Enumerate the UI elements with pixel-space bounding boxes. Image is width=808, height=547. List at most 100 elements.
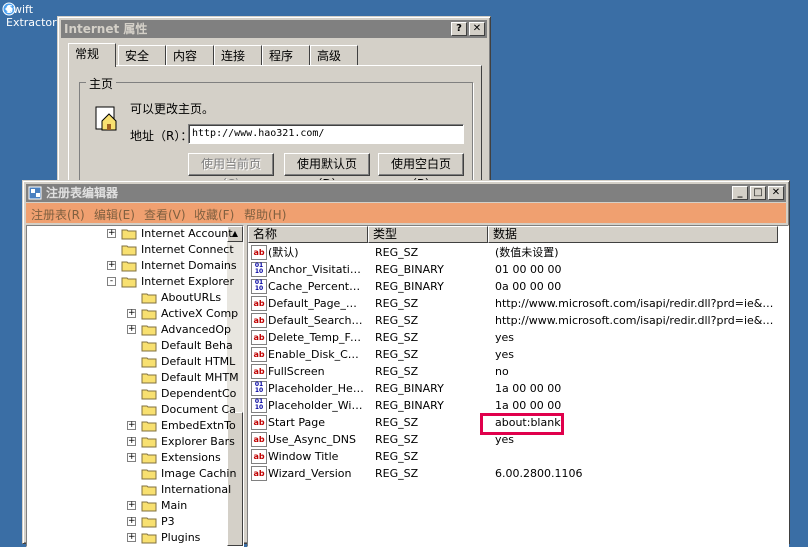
expand-icon[interactable]: + [127,453,136,462]
tab-content[interactable]: 内容 [166,45,214,65]
desktop-shortcut-swift-extractor[interactable]: Swift Extractor [2,2,58,32]
string-value-icon: ab [251,347,267,362]
value-type: REG_SZ [375,433,419,446]
tree-node[interactable]: International [27,482,231,498]
internet-properties-titlebar[interactable]: Internet 属性 ? ✕ [61,20,487,38]
tab-advanced[interactable]: 高级 [310,45,358,65]
folder-icon [121,229,137,240]
address-label: 地址（R）： [130,129,193,143]
tree-node[interactable]: + P3 [27,514,227,530]
registry-value-row[interactable]: 01 10 Placeholder_Height REG_BINARY 1a 00 0… [248,380,788,397]
menu-help[interactable]: 帮助(H) [244,206,286,223]
value-name: (默认) [268,246,299,259]
registry-value-row[interactable]: 01 10Cache_Percent_of_Disk REG_BINARY 0a 0… [248,278,788,295]
registry-value-row[interactable]: abDelete_Temp_Files_On_Exit REG_SZ yes [248,329,788,346]
folder-icon [141,341,157,352]
registry-key-tree[interactable]: ▲ + Internet Account Internet Connect + Inte… [26,225,244,547]
expand-icon[interactable]: + [127,501,136,510]
value-name: Default_Page_URL [268,297,364,310]
registry-value-row[interactable]: ab Default_Page_URL REG_SZ http://www.micro… [248,295,788,312]
tree-node-label: AboutURLs [161,291,222,304]
maximize-button[interactable]: □ [750,186,766,200]
value-name: Placeholder_Width [268,399,364,412]
value-type: REG_SZ [375,348,419,361]
close-button[interactable]: ✕ [768,186,784,200]
registry-editor-window: 注册表编辑器 _ □ ✕ 注册表(R) 编辑(E) 查看(V) 收藏(F) 帮助… [22,180,790,547]
expand-icon[interactable]: + [127,517,136,526]
menu-edit[interactable]: 编辑(E) [94,206,135,223]
string-value-icon: ab [251,296,267,311]
folder-icon [141,373,157,384]
tree-node[interactable]: DependentCo [27,386,236,402]
menu-favorites[interactable]: 收藏(F) [194,206,234,223]
registry-value-row[interactable]: 01 10 Placeholder_Width REG_BINARY 1a 00 00… [248,397,788,414]
collapse-icon[interactable]: - [107,277,116,286]
tree-node[interactable]: AboutURLs [27,290,227,306]
column-header-name[interactable]: 名称 [248,226,368,243]
folder-icon [141,421,157,432]
tree-node[interactable]: + Internet Account [27,226,233,242]
expand-icon[interactable]: + [127,325,136,334]
registry-editor-titlebar[interactable]: 注册表编辑器 _ □ ✕ [26,184,786,202]
use-blank-button[interactable]: 使用空白页（B） [378,153,464,191]
tree-node[interactable]: Image Cachin [27,466,236,482]
tree-node[interactable]: + Main [27,498,227,514]
close-button[interactable]: ✕ [469,22,485,36]
tab-connections[interactable]: 连接 [214,45,262,65]
registry-value-row[interactable]: ab FullScreen REG_SZ no [248,363,788,380]
regedit-app-icon [28,186,42,200]
tree-node-label: Main [161,499,188,512]
tree-node[interactable]: + Internet Domains [27,258,237,274]
expand-icon[interactable]: + [107,229,116,238]
tree-node[interactable]: Internet Connect [27,242,234,258]
menu-registry[interactable]: 注册表(R) [31,206,85,223]
tree-node[interactable]: Document Ca [27,402,236,418]
tree-node[interactable]: Default Beha [27,338,233,354]
folder-icon [141,485,157,496]
registry-value-row[interactable]: ab (默认) REG_SZ (数值未设置) [248,244,788,261]
value-type: REG_SZ [375,246,419,259]
tree-node[interactable]: + Plugins [27,530,227,546]
expand-icon[interactable]: + [127,421,136,430]
tree-node[interactable]: - Internet Explorer [27,274,234,290]
string-value-icon: ab [251,313,267,328]
minimize-button[interactable]: _ [732,186,748,200]
value-name: Anchor_Visitation_Horizon [268,263,364,276]
tree-node-label: Default HTML [161,355,236,368]
use-current-button[interactable]: 使用当前页（C） [188,153,274,191]
expand-icon[interactable]: + [127,309,136,318]
expand-icon[interactable]: + [107,261,116,270]
use-default-button[interactable]: 使用默认页（D） [284,153,370,191]
value-name: Window Title [268,450,339,463]
registry-value-row[interactable]: ab Enable_Disk_Cache REG_SZ yes [248,346,788,363]
home-page-address-input[interactable]: http://www.hao321.com/ [188,124,464,144]
registry-value-row[interactable]: ab Window Title REG_SZ [248,448,788,465]
tab-programs[interactable]: 程序 [262,45,310,65]
registry-value-row[interactable]: abDefault_Search_URL REG_SZ http://www.mic… [248,312,788,329]
expand-icon[interactable]: + [127,437,136,446]
tree-node[interactable]: + Explorer Bars [27,434,235,450]
registry-value-row[interactable]: 01 10Anchor_Visitation_Horizon REG_BINARY… [248,261,788,278]
tree-node[interactable]: + AdvancedOp [27,322,231,338]
column-header-type[interactable]: 类型 [368,226,488,243]
tree-node[interactable]: + ActiveX Comp [27,306,238,322]
tree-node[interactable]: Default HTML [27,354,235,370]
folder-icon [141,293,157,304]
folder-icon [141,501,157,512]
tree-node[interactable]: + Extensions [27,450,227,466]
value-name: Delete_Temp_Files_On_Exit [268,331,364,344]
tab-general[interactable]: 常规 [68,43,116,67]
folder-icon [121,261,137,272]
tab-security[interactable]: 安全 [118,45,166,65]
tree-node[interactable]: Default MHTM [27,370,239,386]
value-type: REG_SZ [375,297,419,310]
tree-node-label: DependentCo [161,387,237,400]
help-button[interactable]: ? [451,22,467,36]
string-value-icon: ab [251,449,267,464]
column-header-data[interactable]: 数据 [488,226,778,243]
menu-view[interactable]: 查看(V) [144,206,186,223]
tree-node[interactable]: + EmbedExtnTo [27,418,236,434]
registry-values-list[interactable]: 名称 类型 数据 ab (默认) REG_SZ (数值未设置) 01 10 Anchor_… [247,225,789,547]
folder-icon [141,437,157,448]
registry-value-row[interactable]: ab Wizard_Version REG_SZ 6.00.2800.1106 [248,465,788,482]
